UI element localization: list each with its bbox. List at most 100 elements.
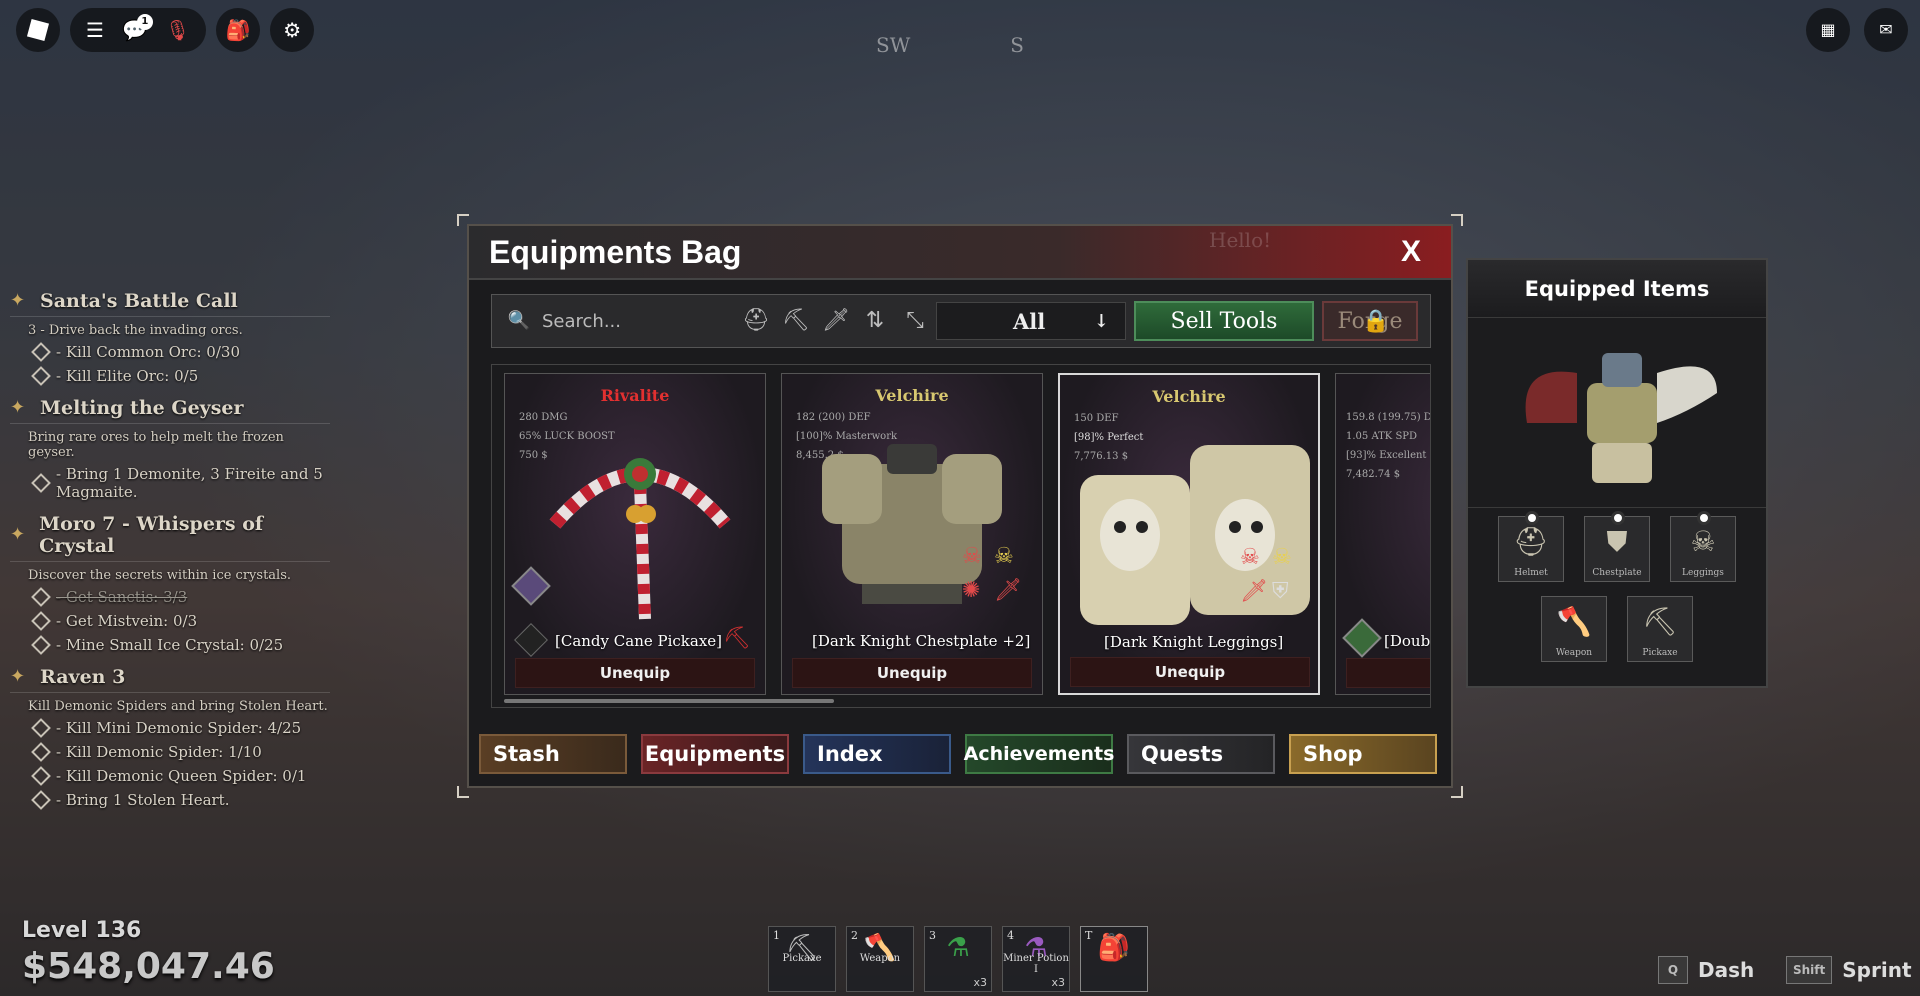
tab-achievements[interactable]: Achievements xyxy=(964,734,1114,774)
hotbar: 1 ⛏ Pickaxe 2 🪓 Weapon 3 ⚗ x3 4 ⚗ Miner Potion I… xyxy=(768,926,1148,992)
quest-title: Melting the Geyser xyxy=(40,397,244,419)
hotbar-slot[interactable]: 3 ⚗ x3 xyxy=(924,926,992,992)
sword-filter-icon[interactable]: 🗡 xyxy=(822,308,850,334)
chestplate-slot[interactable]: ⛊ Chestplate xyxy=(1584,511,1650,582)
sort-icon[interactable]: ⇅ xyxy=(862,308,888,334)
armor-filter-icon[interactable]: ⛑ xyxy=(742,308,770,334)
tab-stash[interactable]: Stash xyxy=(479,734,627,774)
quest-task: - Kill Mini Demonic Spider: 4/25 xyxy=(10,718,330,738)
tab-index[interactable]: Index xyxy=(803,734,951,774)
close-button[interactable]: X xyxy=(1391,235,1431,269)
pickaxe-filter-icon[interactable]: ⛏ xyxy=(782,308,810,334)
ghost-chat-text: Hello! xyxy=(1209,228,1272,252)
backpack-icon: 🎒 xyxy=(1097,933,1131,963)
quest-entry[interactable]: ✦ Melting the Geyser Bring rare ores to h… xyxy=(10,397,330,501)
item-card[interactable]: Rivalite 280 DMG 65% LUCK BOOST 750 $ [Can… xyxy=(504,373,766,695)
tab-quests[interactable]: Quests xyxy=(1127,734,1275,774)
gem-socket-icon xyxy=(1342,618,1382,658)
hotbar-slot[interactable]: 1 ⛏ Pickaxe xyxy=(768,926,836,992)
quest-task: - Kill Common Orc: 0/30 xyxy=(10,342,330,362)
task-diamond-icon xyxy=(31,611,51,631)
search-input[interactable]: 🔍 Search... xyxy=(498,308,728,334)
task-diamond-icon xyxy=(31,635,51,655)
equipped-indicator xyxy=(1697,511,1711,525)
pickaxe-slot[interactable]: ⛏ Pickaxe xyxy=(1627,596,1693,662)
unequip-button[interactable] xyxy=(1346,658,1430,688)
unequip-button[interactable]: Unequip xyxy=(792,658,1032,688)
task-diamond-icon xyxy=(31,473,51,493)
item-rarity: Rivalite xyxy=(600,386,670,405)
settings-button[interactable]: ⚙ xyxy=(270,8,315,52)
tab-shop[interactable]: Shop xyxy=(1289,734,1437,774)
unequip-button[interactable]: Unequip xyxy=(515,658,755,688)
task-diamond-icon xyxy=(31,790,51,810)
unequip-button[interactable]: Unequip xyxy=(1070,657,1310,687)
collapse-icon[interactable]: ⤡ xyxy=(902,308,928,334)
item-name: [Dark Knight Chestplate +2] xyxy=(812,632,1031,650)
item-rarity: Velchire xyxy=(875,386,949,405)
hotbar-slot-backpack[interactable]: T 🎒 xyxy=(1080,926,1148,992)
quest-tracker: ✦ Santa's Battle Call 3 - Drive back the … xyxy=(10,290,330,821)
item-card-list[interactable]: Rivalite 280 DMG 65% LUCK BOOST 750 $ [Can… xyxy=(491,364,1431,708)
gear-icon: ⚙ xyxy=(283,18,302,42)
quest-star-icon: ✦ xyxy=(10,397,26,418)
backpack-button[interactable]: 🎒 xyxy=(216,8,261,52)
forge-button[interactable]: Forge 🔒 xyxy=(1322,301,1418,341)
quest-star-icon: ✦ xyxy=(10,666,26,687)
microphone-muted-icon[interactable]: 🎙 xyxy=(165,20,190,40)
item-name: [Candy Cane Pickaxe] xyxy=(555,632,723,650)
weapon-slot[interactable]: 🪓 Weapon xyxy=(1541,596,1607,662)
bag-tabs: Stash Equipments Index Achievements Ques… xyxy=(479,734,1445,774)
quest-entry[interactable]: ✦ Raven 3 Kill Demonic Spiders and bring … xyxy=(10,666,330,810)
compass-heading: S xyxy=(1010,33,1024,57)
hotbar-slot[interactable]: 2 🪓 Weapon xyxy=(846,926,914,992)
chat-icon[interactable]: 💬 1 xyxy=(122,14,153,40)
roblox-logo-button[interactable] xyxy=(16,8,60,52)
bag-title: Equipments Bag xyxy=(489,233,742,270)
category-dropdown[interactable]: All ↓ xyxy=(936,302,1126,340)
sword-icon: 🗡 xyxy=(994,578,1022,603)
item-card[interactable]: 159.8 (199.75) DMG1.05 ATK SPD[93]% Exce… xyxy=(1335,373,1430,695)
dash-label: Dash xyxy=(1698,958,1755,982)
mail-button[interactable]: ✉ xyxy=(1864,8,1908,52)
skull-icon: ☠ xyxy=(994,544,1014,569)
lock-icon: 🔒 xyxy=(1362,309,1390,334)
equipped-indicator xyxy=(1525,511,1539,525)
grid-menu-button[interactable]: ▦ xyxy=(1806,8,1850,52)
notification-badge: 1 xyxy=(136,14,153,30)
leggings-icon: ☠ xyxy=(1690,525,1716,558)
horizontal-scrollbar[interactable] xyxy=(504,699,834,703)
quest-entry[interactable]: ✦ Moro 7 - Whispers of Crystal Discover t… xyxy=(10,513,330,655)
helmet-slot[interactable]: ⛑ Helmet xyxy=(1498,511,1564,582)
player-level: Level 136 xyxy=(22,918,142,943)
roblox-logo-icon xyxy=(26,18,50,42)
hamburger-menu-icon[interactable]: ☰ xyxy=(86,20,104,40)
filter-icons: ⛑ ⛏ 🗡 ⇅ ⤡ xyxy=(742,308,928,334)
frame-corner xyxy=(457,214,469,226)
quest-description: Kill Demonic Spiders and bring Stolen He… xyxy=(28,699,328,714)
quest-task: - Get Mistvein: 0/3 xyxy=(10,611,330,631)
item-card-selected[interactable]: Velchire 150 DEF [98]% Perfect 7,776.13 $ … xyxy=(1058,373,1320,695)
empty-socket-icon xyxy=(514,623,548,657)
quest-entry[interactable]: ✦ Santa's Battle Call 3 - Drive back the … xyxy=(10,290,330,386)
tool-slots: 🪓 Weapon ⛏ Pickaxe xyxy=(1468,582,1766,662)
leggings-slot[interactable]: ☠ Leggings xyxy=(1670,511,1736,582)
equipments-bag-window: Equipments Bag Hello! X 🔍 Search... ⛑ ⛏ … xyxy=(457,214,1463,798)
axe-icon: 🪓 xyxy=(1556,605,1592,638)
shield-icon: ⛨ xyxy=(1272,579,1289,604)
skull-icon: ☠ xyxy=(1272,545,1292,570)
task-diamond-icon xyxy=(31,766,51,786)
character-model-icon xyxy=(1525,352,1717,483)
menu-pill: ☰ 💬 1 🎙 xyxy=(70,8,207,52)
roblox-topbar: ☰ 💬 1 🎙 🎒 ⚙ xyxy=(16,8,315,52)
hotbar-slot[interactable]: 4 ⚗ Miner Potion Ix3 xyxy=(1002,926,1070,992)
armor-slots: ⛑ Helmet ⛊ Chestplate ☠ Leggings xyxy=(1468,508,1766,582)
quest-description: Bring rare ores to help melt the frozen … xyxy=(28,430,284,460)
item-card[interactable]: Velchire 182 (200) DEF [100]% Masterwork 8… xyxy=(781,373,1043,695)
skull-icon: ☠ xyxy=(962,544,982,569)
sell-tools-button[interactable]: Sell Tools xyxy=(1134,301,1314,341)
tab-equipments[interactable]: Equipments xyxy=(641,734,789,774)
skull-icon: ☠ xyxy=(1240,545,1260,570)
rune-icon: ⛏ xyxy=(723,626,751,651)
item-rarity: Velchire xyxy=(1152,387,1226,406)
